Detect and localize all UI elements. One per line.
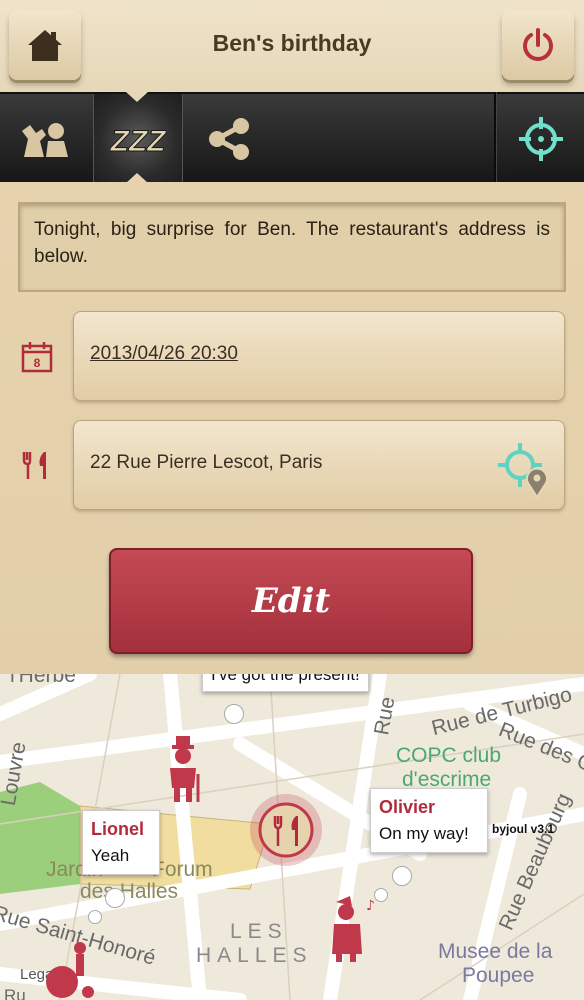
- calendar-icon: 8: [21, 342, 53, 373]
- edit-button[interactable]: Edit: [109, 548, 473, 654]
- power-icon: [523, 28, 553, 61]
- map-label-ru: Ru: [4, 986, 26, 1000]
- tab-indicator-bottom: [126, 173, 148, 183]
- participant-avatar-gentleman[interactable]: [162, 734, 206, 804]
- datetime-field[interactable]: 2013/04/26 20:30: [73, 311, 565, 401]
- bubble-name: Lionel: [91, 819, 144, 839]
- bubble-message: I've got the present!: [211, 674, 360, 684]
- map-label-musee-1: Musee de la: [438, 940, 553, 963]
- home-icon: [28, 30, 62, 61]
- address-value[interactable]: 22 Rue Pierre Lescot, Paris: [90, 452, 322, 474]
- location-dot[interactable]: [224, 704, 244, 724]
- crosshair-icon: [518, 117, 563, 161]
- toolbar-divider: [494, 92, 497, 182]
- tab-sleep[interactable]: ZZZ: [93, 94, 183, 184]
- map-label-copc-1: COPC club: [396, 744, 502, 767]
- sleep-zzz-icon: ZZZ: [110, 125, 166, 159]
- version-label: byjoul v3.1: [492, 822, 555, 836]
- locate-button[interactable]: [497, 94, 584, 184]
- participant-avatar-musician[interactable]: ♪: [326, 894, 378, 964]
- event-panel: Tonight, big surprise for Ben. The resta…: [0, 182, 584, 674]
- map-bubble-present[interactable]: I've got the present!: [202, 674, 369, 692]
- map-label-herbe: l'Herbe: [10, 674, 76, 687]
- header-bar: Ben's birthday: [0, 0, 584, 92]
- map-label-des-halles: des Halles: [80, 880, 179, 903]
- locate-address-icon[interactable]: [496, 441, 552, 499]
- datetime-value[interactable]: 2013/04/26 20:30: [90, 343, 238, 365]
- location-dot[interactable]: [105, 888, 125, 908]
- calendar-day: 8: [34, 356, 41, 370]
- tab-participants[interactable]: [0, 94, 92, 184]
- map-view[interactable]: l'Herbe Rue de Turbigo Rue des G Rue Lou…: [0, 674, 584, 1000]
- map-label-musee-2: Poupee: [462, 964, 535, 987]
- map-label-les: LES: [230, 920, 288, 943]
- tab-indicator-top: [126, 92, 148, 102]
- address-field[interactable]: 22 Rue Pierre Lescot, Paris: [73, 420, 565, 510]
- location-dot[interactable]: [392, 866, 412, 886]
- share-icon: [209, 118, 249, 160]
- map-label-forum: Forum: [152, 858, 213, 881]
- bubble-name: Olivier: [379, 797, 436, 817]
- restaurant-icon: [22, 452, 46, 479]
- page-title: Ben's birthday: [212, 30, 372, 56]
- map-bubble-lionel[interactable]: Lionel Yeah: [82, 810, 160, 875]
- event-description: Tonight, big surprise for Ben. The resta…: [18, 202, 566, 292]
- bubble-message: On my way!: [379, 824, 469, 843]
- home-button[interactable]: [9, 10, 81, 80]
- participants-icon: [22, 123, 68, 157]
- participant-avatar-cyclist[interactable]: [40, 938, 100, 1000]
- tab-share[interactable]: [184, 94, 274, 184]
- map-label-halles: HALLES: [196, 944, 313, 967]
- bubble-message: Yeah: [91, 846, 130, 865]
- svg-text:ZZZ: ZZZ: [110, 125, 166, 158]
- restaurant-marker[interactable]: [246, 790, 326, 870]
- location-dot[interactable]: [374, 888, 388, 902]
- location-dot[interactable]: [88, 910, 102, 924]
- map-bubble-olivier[interactable]: Olivier On my way!: [370, 788, 488, 853]
- svg-text:♪: ♪: [366, 898, 375, 914]
- logout-button[interactable]: [502, 10, 574, 80]
